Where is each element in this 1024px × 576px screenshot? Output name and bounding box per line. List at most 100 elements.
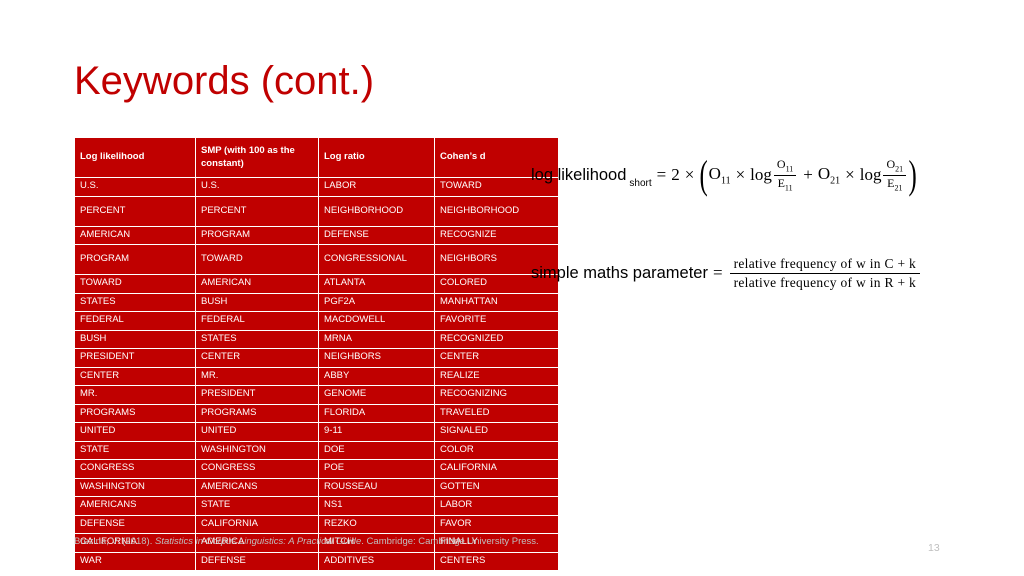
table-header: Log likelihood SMP (with 100 as the cons… — [75, 138, 558, 177]
page-title: Keywords (cont.) — [74, 59, 375, 103]
formula-fraction-1-denominator-subscript: 11 — [784, 182, 793, 192]
table-cell: SIGNALED — [435, 423, 558, 441]
table-cell: BUSH — [75, 330, 195, 348]
table-cell: UNITED — [196, 423, 318, 441]
table-cell: PGF2A — [319, 293, 434, 311]
table-cell: AMERICAN — [75, 226, 195, 244]
table-row: PRESIDENT CENTER NEIGHBORS CENTER — [75, 349, 558, 367]
table-cell: CENTER — [196, 349, 318, 367]
table-cell: CENTER — [435, 349, 558, 367]
formula-log-likelihood: log likelihood short = 2 × ( O11 × log O… — [531, 151, 1011, 197]
table-cell: FAVOR — [435, 515, 558, 533]
table-cell: STATES — [75, 293, 195, 311]
table-cell: TOWARD — [75, 275, 195, 293]
table-cell: TRAVELED — [435, 404, 558, 422]
table-cell: GENOME — [319, 386, 434, 404]
formula-fraction-2-denominator-subscript: 21 — [894, 182, 903, 192]
table-cell: PROGRAMS — [75, 404, 195, 422]
table-cell: STATE — [196, 497, 318, 515]
table-cell: RECOGNIZE — [435, 226, 558, 244]
formula-plus-sign: + — [803, 165, 813, 185]
table-cell: ADDITIVES — [319, 552, 434, 570]
citation-book-title: Statistics in Corpus Linguistics: A Prac… — [154, 536, 362, 547]
table-cell: U.S. — [196, 178, 318, 196]
formula-simple-maths-equals: = — [712, 263, 723, 283]
table-cell: PROGRAMS — [196, 404, 318, 422]
formula-fraction-2-numerator: O21 — [883, 157, 907, 176]
table-cell: CALIFORNIA — [196, 515, 318, 533]
table-cell: WAR — [75, 552, 195, 570]
table-row: TOWARD AMERICAN ATLANTA COLORED — [75, 275, 558, 293]
citation-author-year: Brezina, V. (2018). — [74, 536, 155, 547]
table-cell: DEFENSE — [75, 515, 195, 533]
table-cell: MR. — [75, 386, 195, 404]
formula-fraction-2-numerator-letter: O — [886, 157, 896, 171]
table-cell: MR. — [196, 367, 318, 385]
table-row: CONGRESS CONGRESS POE CALIFORNIA — [75, 460, 558, 478]
formula-log-2: log — [859, 165, 882, 185]
formula-log-likelihood-label: log likelihood — [531, 165, 627, 184]
citation: Brezina, V. (2018). Statistics in Corpus… — [74, 536, 539, 547]
table-row: PERCENT PERCENT NEIGHBORHOOD NEIGHBORHOOD — [75, 196, 558, 226]
table-cell: ABBY — [319, 367, 434, 385]
table-row: PROGRAMS PROGRAMS FLORIDA TRAVELED — [75, 404, 558, 422]
table-cell: STATE — [75, 441, 195, 459]
formula-simple-maths-fraction: relative frequency of w in C + k relativ… — [729, 255, 921, 291]
table-cell: CALIFORNIA — [435, 460, 558, 478]
table-cell: PRESIDENT — [196, 386, 318, 404]
table-cell: CONGRESSIONAL — [319, 245, 434, 274]
table-row: PROGRAM TOWARD CONGRESSIONAL NEIGHBORS — [75, 245, 558, 274]
formula-fraction-1: O11 E11 — [773, 157, 797, 192]
table-cell: ROUSSEAU — [319, 478, 434, 496]
formula-fraction-2: O21 E21 — [883, 157, 907, 193]
formula-equals-sign: = — [656, 165, 667, 185]
formula-log-1: log — [750, 165, 772, 185]
table-body: U.S. U.S. LABOR TOWARD PERCENT PERCENT NEIGHBO… — [75, 178, 558, 570]
formula-times-sign-3: × — [845, 165, 855, 185]
formula-simple-maths-numerator: relative frequency of w in C + k — [729, 255, 921, 274]
formula-fraction-1-numerator-subscript: 11 — [785, 164, 794, 174]
table-cell: 9-11 — [319, 423, 434, 441]
formula-times-sign-1: × — [684, 165, 695, 185]
table-row: CENTER MR. ABBY REALIZE — [75, 367, 558, 385]
table-cell: RECOGNIZED — [435, 330, 558, 348]
table-cell: CENTERS — [435, 552, 558, 570]
table-row: UNITED UNITED 9-11 SIGNALED — [75, 423, 558, 441]
table-cell: U.S. — [75, 178, 195, 196]
keywords-table: Log likelihood SMP (with 100 as the cons… — [74, 137, 559, 571]
table-cell: STATES — [196, 330, 318, 348]
table-cell: GOTTEN — [435, 478, 558, 496]
formula-term1-observed-subscript: 11 — [720, 175, 731, 187]
formula-fraction-2-denominator: E21 — [884, 176, 905, 193]
table-cell: BUSH — [196, 293, 318, 311]
table-row: WAR DEFENSE ADDITIVES CENTERS — [75, 552, 558, 570]
table-cell: REZKO — [319, 515, 434, 533]
table-row: U.S. U.S. LABOR TOWARD — [75, 178, 558, 196]
table-cell: LABOR — [435, 497, 558, 515]
formula-term1-observed: O11 — [709, 164, 731, 186]
table-row: FEDERAL FEDERAL MACDOWELL FAVORITE — [75, 312, 558, 330]
formula-fraction-1-denominator-letter: E — [777, 175, 785, 190]
table-cell: POE — [319, 460, 434, 478]
formula-close-paren: ) — [908, 151, 917, 197]
table-cell: DEFENSE — [319, 226, 434, 244]
table-cell: DOE — [319, 441, 434, 459]
table-cell: PERCENT — [75, 196, 195, 226]
formula-simple-maths-denominator: relative frequency of w in R + k — [733, 274, 917, 290]
table-cell: FAVORITE — [435, 312, 558, 330]
formula-term2-observed-subscript: 21 — [830, 175, 841, 187]
table-cell: LABOR — [319, 178, 434, 196]
formula-fraction-1-numerator-letter: O — [776, 157, 786, 171]
page-number: 13 — [928, 542, 940, 554]
table-cell: PRESIDENT — [75, 349, 195, 367]
table-cell: AMERICANS — [196, 478, 318, 496]
table-row: STATE WASHINGTON DOE COLOR — [75, 441, 558, 459]
table-header-row: Log likelihood SMP (with 100 as the cons… — [75, 138, 558, 177]
table-row: MR. PRESIDENT GENOME RECOGNIZING — [75, 386, 558, 404]
formula-term2-observed-letter: O — [817, 163, 831, 183]
table-cell: MACDOWELL — [319, 312, 434, 330]
table-cell: ATLANTA — [319, 275, 434, 293]
table-cell: WASHINGTON — [75, 478, 195, 496]
formula-term1-observed-letter: O — [708, 163, 721, 183]
table-cell: UNITED — [75, 423, 195, 441]
